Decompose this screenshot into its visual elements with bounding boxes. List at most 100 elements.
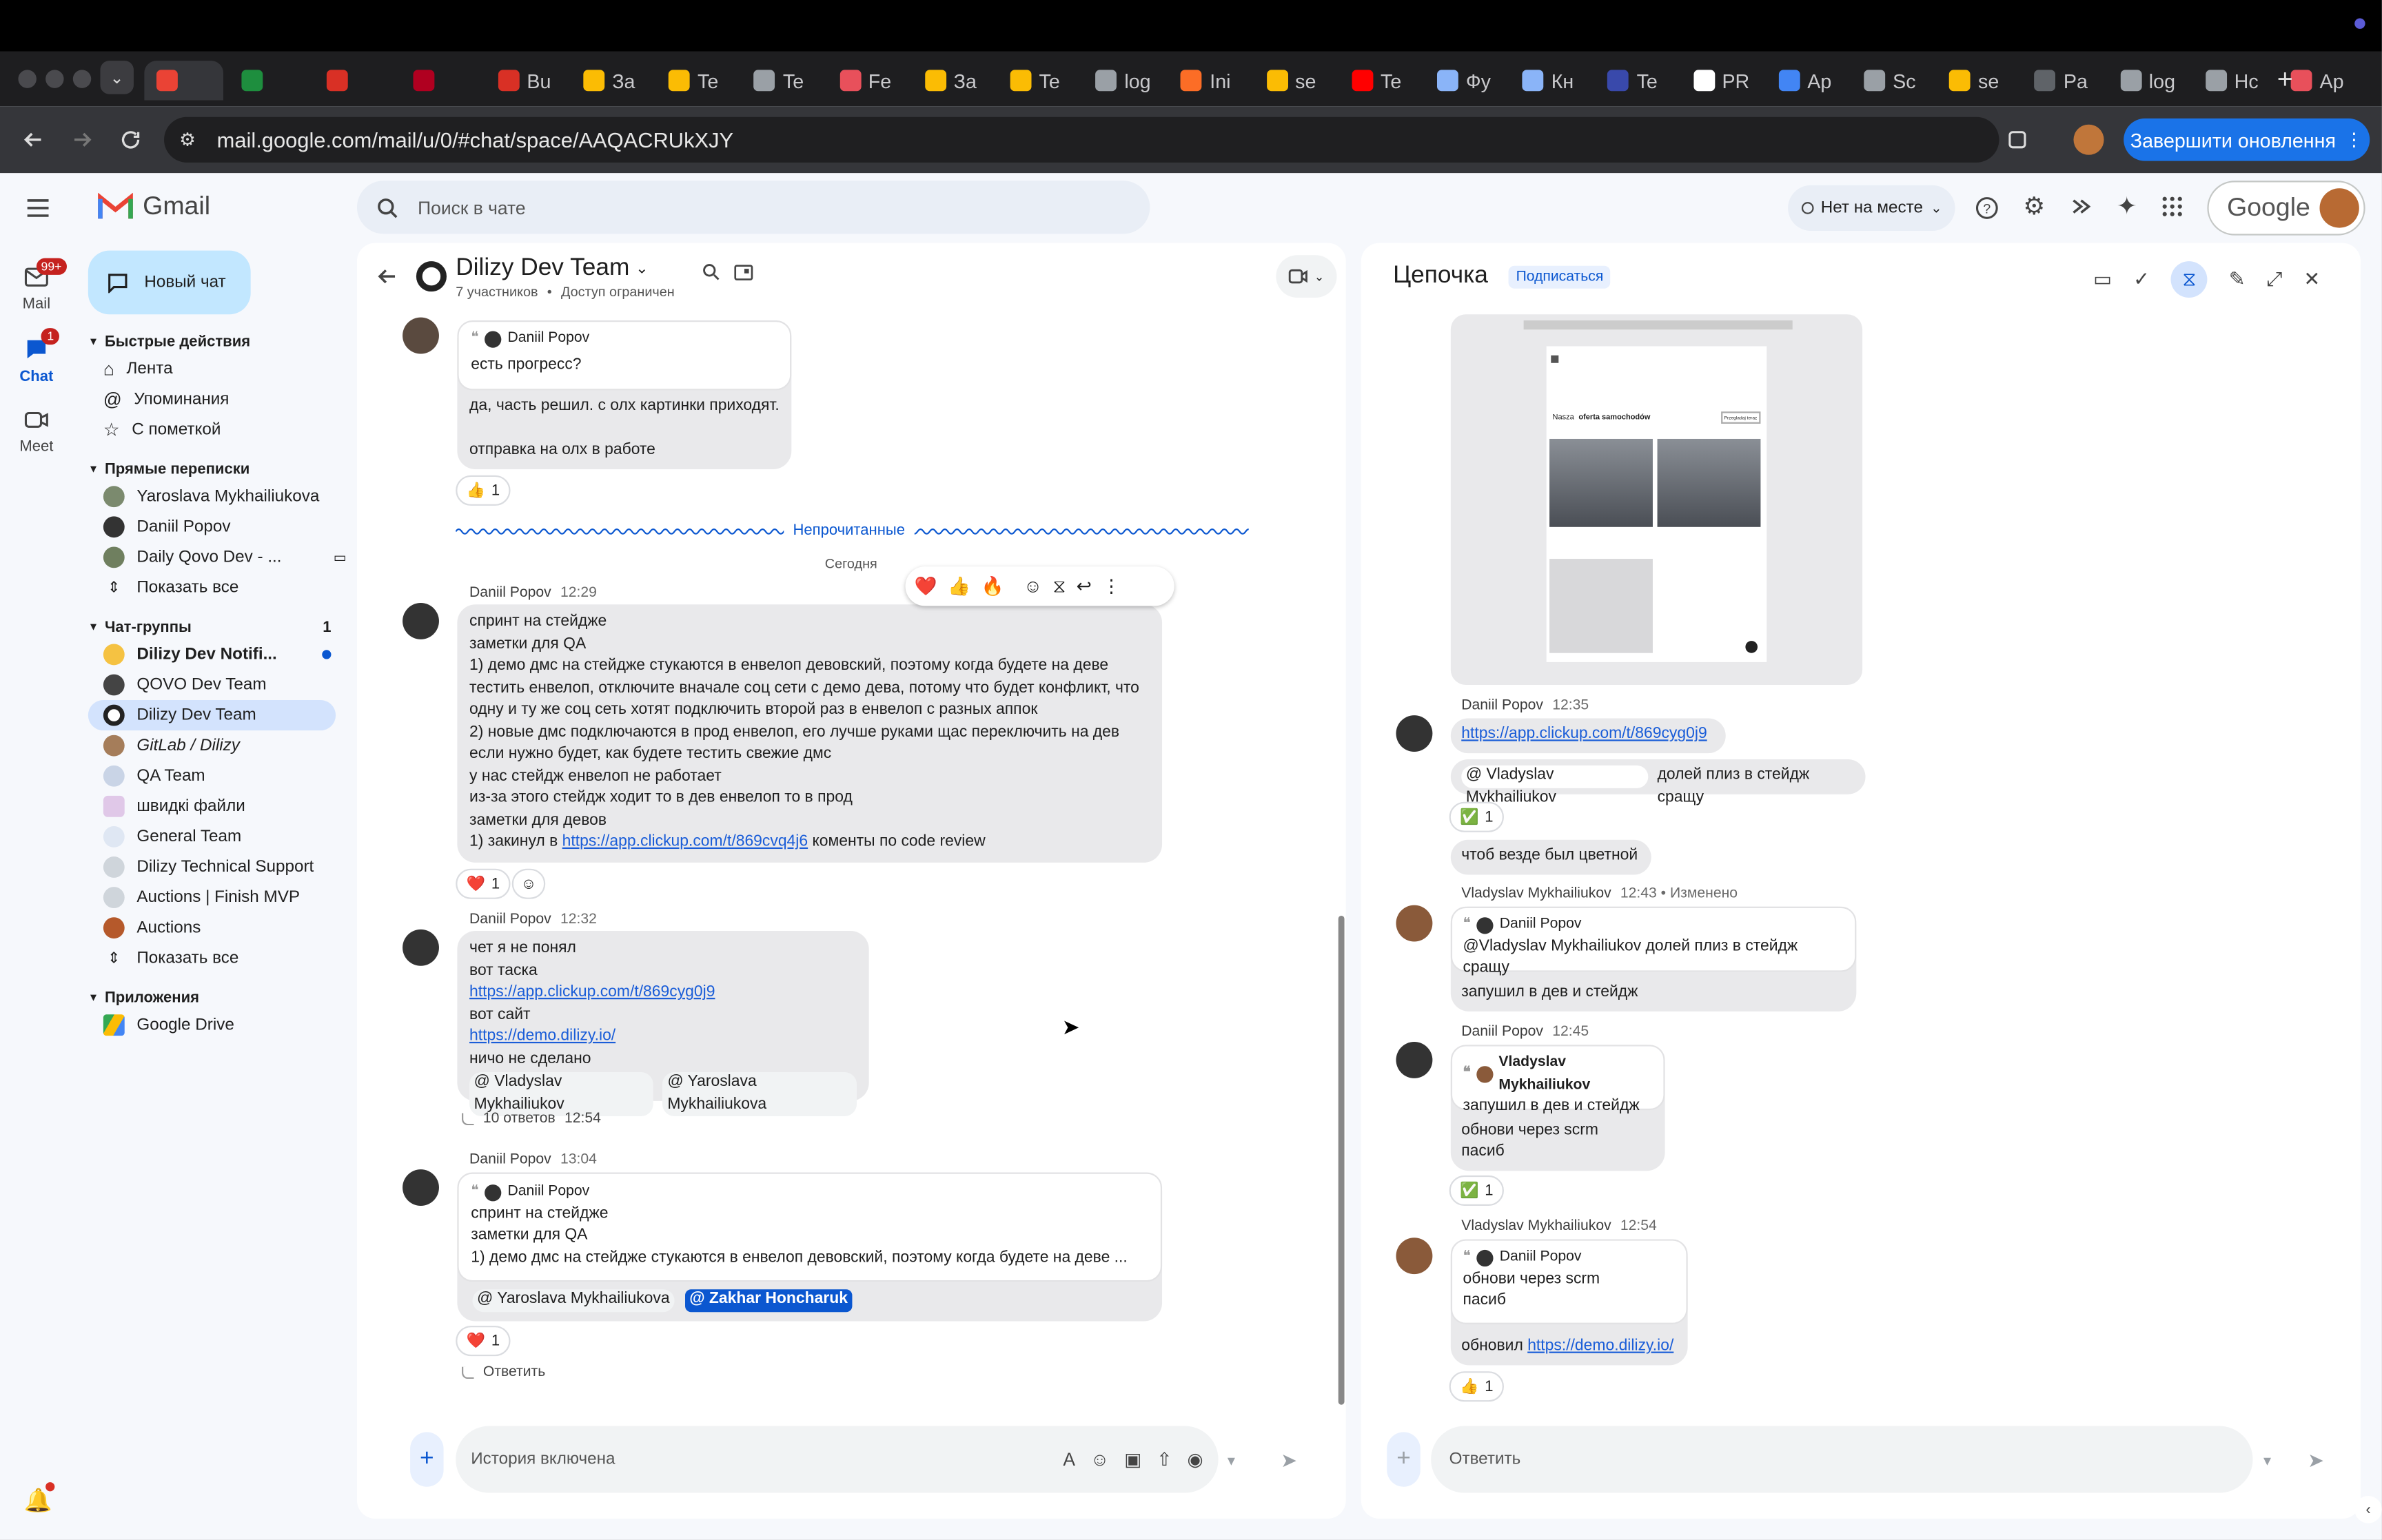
group-item-gitlab[interactable]: GitLab / Dilizy: [103, 730, 347, 761]
demo-site-link[interactable]: https://demo.dilizy.io/: [469, 1027, 857, 1049]
browser-tab[interactable]: [144, 61, 224, 101]
back-arrow-icon[interactable]: [18, 125, 48, 155]
fire-reaction-button[interactable]: 🔥: [981, 575, 1004, 597]
dm-item-daily-qovo[interactable]: Daily Qovo Dev - ... ▭: [103, 542, 347, 573]
gemini-sparkle-icon[interactable]: ✦: [2112, 192, 2142, 222]
avatar[interactable]: [1396, 905, 1433, 942]
message-bubble[interactable]: ❝ Daniil Popov спринт на стейдже заметки д…: [457, 1172, 1163, 1322]
dm-item-daniil[interactable]: Daniil Popov: [103, 512, 347, 542]
browser-tab[interactable]: Te: [742, 61, 821, 100]
reply-in-thread-link[interactable]: Ответить: [462, 1364, 545, 1380]
avatar[interactable]: [403, 317, 439, 354]
reaction-chip[interactable]: ✅ 1: [1449, 1175, 1504, 1206]
message-bubble[interactable]: чтоб везде был цветной: [1450, 839, 1651, 875]
dm-show-all[interactable]: ⇕ Показать все: [103, 573, 347, 603]
message-bubble[interactable]: спринт на стейдже заметки для QA 1) демо д…: [457, 604, 1163, 863]
app-item-google-drive[interactable]: Google Drive: [103, 1010, 347, 1040]
browser-tab[interactable]: Te: [657, 61, 736, 100]
help-icon[interactable]: ?: [1972, 193, 2002, 223]
quoted-message[interactable]: ❝ Daniil Popov обнови через scrm пасиб: [1450, 1239, 1688, 1324]
browser-tab[interactable]: Фу: [1425, 61, 1504, 100]
forward-arrow-icon[interactable]: [67, 125, 97, 155]
minimize-window-dot[interactable]: [45, 70, 64, 88]
hourglass-icon[interactable]: ⧖: [2170, 261, 2208, 298]
google-account-button[interactable]: Google: [2207, 181, 2365, 236]
back-arrow-icon[interactable]: [372, 261, 403, 291]
subscribe-button[interactable]: Подписаться: [1508, 265, 1611, 289]
chat-scrollbar[interactable]: [1338, 916, 1345, 1405]
mention-chip-highlighted[interactable]: @ Zakhar Honcharuk: [684, 1289, 853, 1312]
heart-reaction-button[interactable]: ❤️: [915, 575, 937, 597]
new-tab-button[interactable]: +: [2277, 64, 2293, 96]
rail-meet[interactable]: Meet: [0, 410, 73, 455]
browser-tab[interactable]: Pa: [2022, 61, 2101, 100]
collapse-panel-icon[interactable]: ‹: [2354, 1495, 2382, 1523]
chat-title[interactable]: Dilizy Dev Team ⌄: [456, 255, 648, 283]
gemini-extension-icon[interactable]: [2066, 192, 2096, 222]
image-attachment[interactable]: Nasza oferta samochodów Przegladaj teraz: [1450, 314, 1863, 686]
clickup-link[interactable]: https://app.clickup.com/t/869cyg0j9: [1461, 726, 1707, 743]
browser-tab[interactable]: se: [1937, 61, 2017, 100]
format-text-icon[interactable]: A: [1063, 1449, 1075, 1470]
browser-tab[interactable]: log: [1083, 61, 1163, 100]
group-item-qovo[interactable]: QOVO Dev Team: [103, 670, 347, 700]
update-browser-button[interactable]: Завершити оновлення ⋮: [2124, 118, 2370, 161]
apps-header[interactable]: ▼ Приложения: [88, 985, 347, 1009]
settings-gear-icon[interactable]: ⚙: [2019, 192, 2049, 222]
mention-chip[interactable]: @ Yaroslava Mykhailiukova: [472, 1289, 675, 1312]
avatar[interactable]: [403, 1169, 439, 1206]
browser-tab[interactable]: log: [2108, 61, 2187, 100]
browser-tab[interactable]: [400, 61, 480, 100]
quoted-message[interactable]: ❝ Daniil Popov есть прогресс?: [457, 320, 792, 391]
group-item-auctions[interactable]: Auctions: [103, 913, 347, 943]
group-item-dilizy-dev-notifi[interactable]: Dilizy Dev Notifi...: [103, 639, 347, 670]
message-bubble[interactable]: https://app.clickup.com/t/869cyg0j9: [1450, 718, 1726, 754]
demo-site-link[interactable]: https://demo.dilizy.io/: [1527, 1338, 1673, 1355]
browser-tab[interactable]: [315, 61, 394, 100]
mention-chip[interactable]: @ Yaroslava Mykhailiukova: [662, 1072, 857, 1116]
nav-item-mentions[interactable]: @ Упоминания: [103, 384, 347, 415]
thread-add-attachment-button[interactable]: +: [1387, 1432, 1421, 1487]
site-info-icon[interactable]: ⚙: [179, 129, 196, 150]
video-call-button[interactable]: ⌄: [1276, 255, 1337, 298]
more-vert-icon[interactable]: ⋮: [1102, 575, 1120, 597]
search-in-chat-icon[interactable]: [699, 260, 723, 284]
add-reaction-icon[interactable]: ☺: [1024, 575, 1042, 597]
avatar[interactable]: [403, 929, 439, 966]
new-chat-button[interactable]: Новый чат: [88, 250, 251, 315]
message-bubble[interactable]: ❝ Vladyslav Mykhailiukov запушил в дев и …: [1450, 1045, 1665, 1171]
reaction-chip[interactable]: 👍 1: [1449, 1371, 1504, 1402]
thread-replies-link[interactable]: 10 ответов 12:54: [462, 1110, 601, 1127]
browser-tab[interactable]: Кн: [1510, 61, 1589, 100]
message-bubble[interactable]: ❝ Daniil Popov обнови через scrm пасиб об…: [1450, 1239, 1688, 1366]
side-panel-icon[interactable]: [731, 260, 755, 284]
group-item-general[interactable]: General Team: [103, 821, 347, 852]
avatar[interactable]: [1396, 1238, 1433, 1275]
avatar[interactable]: [1396, 1041, 1433, 1078]
expand-window-icon[interactable]: ⤢: [2267, 267, 2283, 291]
browser-tab[interactable]: Te: [998, 61, 1077, 100]
close-window-dot[interactable]: [18, 70, 37, 88]
group-item-files[interactable]: швидкі файли: [103, 791, 347, 821]
message-bubble[interactable]: ❝ Daniil Popov @Vladyslav Mykhailiukov до…: [1450, 906, 1857, 1012]
mention-chip[interactable]: @ Vladyslav Mykhailiukov: [1461, 765, 1649, 805]
browser-tab[interactable]: За: [571, 61, 651, 100]
quick-actions-header[interactable]: ▼ Быстрые действия: [88, 329, 347, 353]
quoted-message[interactable]: ❝ Daniil Popov @Vladyslav Mykhailiukov до…: [1450, 906, 1857, 976]
dm-item-yaroslava[interactable]: Yaroslava Mykhailiukova: [103, 482, 347, 512]
browser-tab[interactable]: Te: [1596, 61, 1675, 100]
zoom-window-dot[interactable]: [72, 70, 92, 88]
send-options-button[interactable]: ▾ ➤: [1228, 1441, 1297, 1481]
tab-search-button[interactable]: ⌄: [100, 61, 134, 94]
browser-tab[interactable]: Bu: [486, 61, 565, 100]
avatar[interactable]: [403, 602, 439, 639]
record-video-icon[interactable]: ◉: [1187, 1449, 1203, 1470]
direct-messages-header[interactable]: ▼ Прямые переписки: [88, 457, 347, 481]
reaction-chip[interactable]: ❤️ 1: [456, 1326, 511, 1357]
message-bubble[interactable]: ❝ Daniil Popov есть прогресс? да, часть р…: [457, 320, 792, 470]
gmail-logo[interactable]: Gmail: [97, 192, 210, 222]
browser-tab[interactable]: Hc: [2193, 61, 2272, 100]
clickup-link[interactable]: https://app.clickup.com/t/869cvq4j6: [562, 834, 808, 850]
group-item-support[interactable]: Dilizy Technical Support: [103, 852, 347, 882]
chat-groups-header[interactable]: ▼ Чат-группы 1: [88, 615, 347, 639]
